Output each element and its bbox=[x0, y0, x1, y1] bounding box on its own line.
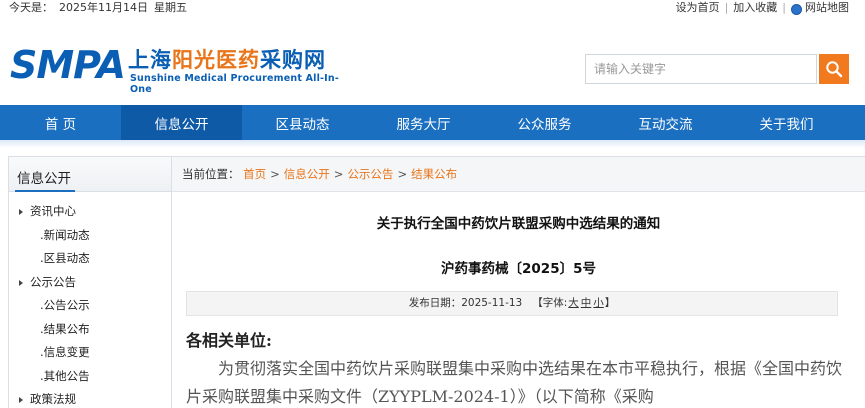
sidebar-menu: 资讯中心 .新闻动态 .区县动态 公示公告 .公告公示 .结果公布 .信息变更 … bbox=[9, 192, 171, 408]
publish-label: 发布日期： bbox=[408, 297, 462, 309]
nav-item-district-news[interactable]: 区县动态 bbox=[242, 105, 363, 140]
document-number: 沪药事药械〔2025〕5号 bbox=[441, 261, 596, 277]
font-size-switcher: 【字体:大中小】 bbox=[532, 297, 616, 309]
globe-icon bbox=[791, 3, 802, 15]
article-meta: 发布日期：2025-11-13 【字体:大中小】 bbox=[186, 291, 838, 316]
site-map-link[interactable]: 网站地图 bbox=[805, 0, 849, 16]
nav-item-info-public[interactable]: 信息公开 bbox=[121, 105, 242, 140]
breadcrumb-home[interactable]: 首页 bbox=[243, 167, 266, 181]
date-text: 2025年11月14日 bbox=[59, 1, 148, 14]
today-label: 今天是： bbox=[9, 1, 53, 14]
divider: | bbox=[782, 1, 786, 14]
article-title: 关于执行全国中药饮片联盟采购中选结果的通知 bbox=[376, 216, 661, 232]
publish-date: 2025-11-13 bbox=[461, 297, 523, 309]
breadcrumb-results[interactable]: 结果公布 bbox=[411, 167, 457, 181]
font-large-link[interactable]: 大 bbox=[568, 297, 579, 309]
breadcrumb-announcements[interactable]: 公示公告 bbox=[347, 167, 393, 181]
article-greeting: 各相关单位: bbox=[186, 331, 272, 350]
sidebar-title-underline bbox=[15, 190, 75, 192]
nav-item-home[interactable]: 首 页 bbox=[0, 105, 121, 140]
sidebar-item-news[interactable]: .新闻动态 bbox=[9, 224, 171, 248]
main-nav: 首 页 信息公开 区县动态 服务大厅 公众服务 互动交流 关于我们 bbox=[0, 105, 865, 140]
article-body: 为贯彻落实全国中药饮片采购联盟集中采购中选结果在本市平稳执行，根据《全国中药饮片… bbox=[186, 359, 843, 406]
sidebar-item-policies[interactable]: 政策法规 bbox=[9, 388, 171, 408]
breadcrumb: 当前位置： 首页 > 信息公开 > 公示公告 > 结果公布 bbox=[172, 157, 865, 192]
logo-abbr: SMPA bbox=[10, 43, 126, 87]
sidebar-header: 信息公开 bbox=[9, 157, 171, 192]
font-medium-link[interactable]: 中 bbox=[581, 297, 592, 309]
sidebar-item-changes[interactable]: .信息变更 bbox=[9, 341, 171, 365]
logo-cn-part1: 上海 bbox=[128, 47, 172, 72]
logo-cn-part3: 采购网 bbox=[260, 47, 326, 72]
breadcrumb-label: 当前位置： bbox=[182, 167, 240, 181]
divider: | bbox=[724, 1, 729, 14]
weekday-text: 星期五 bbox=[154, 1, 187, 14]
logo-cn-part2: 阳光医药 bbox=[172, 47, 260, 72]
font-small-link[interactable]: 小 bbox=[593, 297, 604, 309]
sidebar-item-other[interactable]: .其他公告 bbox=[9, 365, 171, 389]
search-icon bbox=[826, 61, 843, 78]
sidebar-item-news-center[interactable]: 资讯中心 bbox=[9, 200, 171, 224]
main-content: 当前位置： 首页 > 信息公开 > 公示公告 > 结果公布 关于执行全国中药饮片联盟采购中选… bbox=[172, 156, 865, 408]
logo-cn-name: 上海阳光医药采购网 bbox=[128, 48, 326, 72]
search-button[interactable] bbox=[819, 54, 849, 84]
sidebar-item-results[interactable]: .结果公布 bbox=[9, 318, 171, 342]
sidebar-item-district[interactable]: .区县动态 bbox=[9, 247, 171, 271]
nav-item-about-us[interactable]: 关于我们 bbox=[726, 105, 847, 140]
sidebar-item-notices[interactable]: .公告公示 bbox=[9, 294, 171, 318]
top-bar: 今天是： 2025年11月14日 星期五 设为首页 | 加入收藏 | 网站地图 bbox=[0, 0, 865, 18]
nav-item-public-service[interactable]: 公众服务 bbox=[484, 105, 605, 140]
site-logo[interactable]: SMPA 上海阳光医药采购网 Sunshine Medical Procurem… bbox=[10, 43, 360, 95]
nav-item-interaction[interactable]: 互动交流 bbox=[605, 105, 726, 140]
set-home-link[interactable]: 设为首页 bbox=[676, 0, 720, 16]
search-box bbox=[585, 54, 849, 84]
breadcrumb-info-public[interactable]: 信息公开 bbox=[284, 167, 330, 181]
sidebar: 信息公开 资讯中心 .新闻动态 .区县动态 公示公告 .公告公示 .结果公布 .… bbox=[8, 156, 172, 408]
top-links: 设为首页 | 加入收藏 | 网站地图 bbox=[676, 0, 849, 16]
logo-en-name: Sunshine Medical Procurement All-In-One bbox=[130, 73, 340, 95]
sidebar-title: 信息公开 bbox=[17, 171, 71, 187]
search-input[interactable] bbox=[585, 54, 817, 84]
current-date: 今天是： 2025年11月14日 星期五 bbox=[9, 0, 193, 16]
sidebar-item-announcements[interactable]: 公示公告 bbox=[9, 271, 171, 295]
nav-shadow bbox=[0, 140, 865, 148]
nav-item-service-hall[interactable]: 服务大厅 bbox=[363, 105, 484, 140]
add-favorite-link[interactable]: 加入收藏 bbox=[733, 0, 777, 16]
